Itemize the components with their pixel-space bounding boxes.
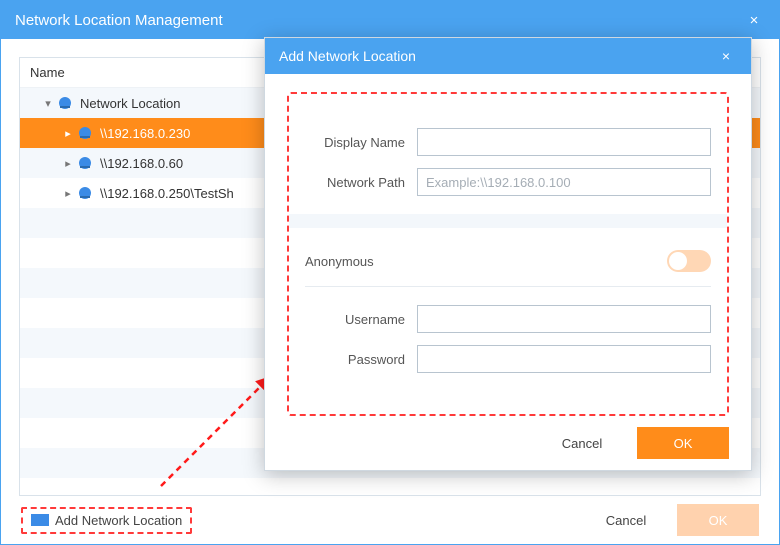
cancel-button[interactable]: Cancel xyxy=(541,427,623,459)
tree-item-label: \\192.168.0.250\TestSh xyxy=(100,186,234,201)
display-name-row: Display Name xyxy=(305,128,711,156)
cancel-button[interactable]: Cancel xyxy=(585,504,667,536)
add-location-label: Add Network Location xyxy=(55,513,182,528)
add-network-location-button[interactable]: Add Network Location xyxy=(21,507,192,534)
network-icon xyxy=(76,124,94,142)
close-icon[interactable]: × xyxy=(715,48,737,64)
add-location-modal: Add Network Location × Display Name Netw… xyxy=(264,37,752,471)
divider xyxy=(305,286,711,287)
network-icon xyxy=(76,184,94,202)
tree-item-label: \\192.168.0.60 xyxy=(100,156,183,171)
main-footer: Add Network Location Cancel OK xyxy=(1,496,779,544)
add-location-icon xyxy=(31,514,49,526)
display-name-input[interactable] xyxy=(417,128,711,156)
anonymous-row: Anonymous xyxy=(305,246,711,280)
chevron-down-icon[interactable]: ▾ xyxy=(40,97,56,110)
username-label: Username xyxy=(305,312,417,327)
password-input[interactable] xyxy=(417,345,711,373)
ok-button[interactable]: OK xyxy=(677,504,759,536)
modal-title: Add Network Location xyxy=(279,48,715,64)
password-label: Password xyxy=(305,352,417,367)
network-icon xyxy=(76,154,94,172)
network-icon xyxy=(56,94,74,112)
chevron-right-icon[interactable]: ▸ xyxy=(60,187,76,200)
anonymous-label: Anonymous xyxy=(305,254,667,269)
section-divider xyxy=(289,214,727,228)
display-name-label: Display Name xyxy=(305,135,417,150)
toggle-knob xyxy=(669,252,687,270)
ok-button[interactable]: OK xyxy=(637,427,729,459)
username-row: Username xyxy=(305,305,711,333)
close-icon[interactable]: × xyxy=(743,12,765,29)
network-path-input[interactable] xyxy=(417,168,711,196)
modal-form-highlight: Display Name Network Path Anonymous User… xyxy=(287,92,729,416)
anonymous-toggle[interactable] xyxy=(667,250,711,272)
username-input[interactable] xyxy=(417,305,711,333)
modal-body: Display Name Network Path Anonymous User… xyxy=(265,74,751,416)
network-path-label: Network Path xyxy=(305,175,417,190)
password-row: Password xyxy=(305,345,711,373)
main-titlebar: Network Location Management × xyxy=(1,1,779,39)
window-title: Network Location Management xyxy=(15,12,743,29)
modal-titlebar: Add Network Location × xyxy=(265,38,751,74)
chevron-right-icon[interactable]: ▸ xyxy=(60,157,76,170)
tree-root-label: Network Location xyxy=(80,96,180,111)
modal-footer: Cancel OK xyxy=(265,416,751,470)
chevron-right-icon[interactable]: ▸ xyxy=(60,127,76,140)
tree-item-label: \\192.168.0.230 xyxy=(100,126,190,141)
network-path-row: Network Path xyxy=(305,168,711,196)
